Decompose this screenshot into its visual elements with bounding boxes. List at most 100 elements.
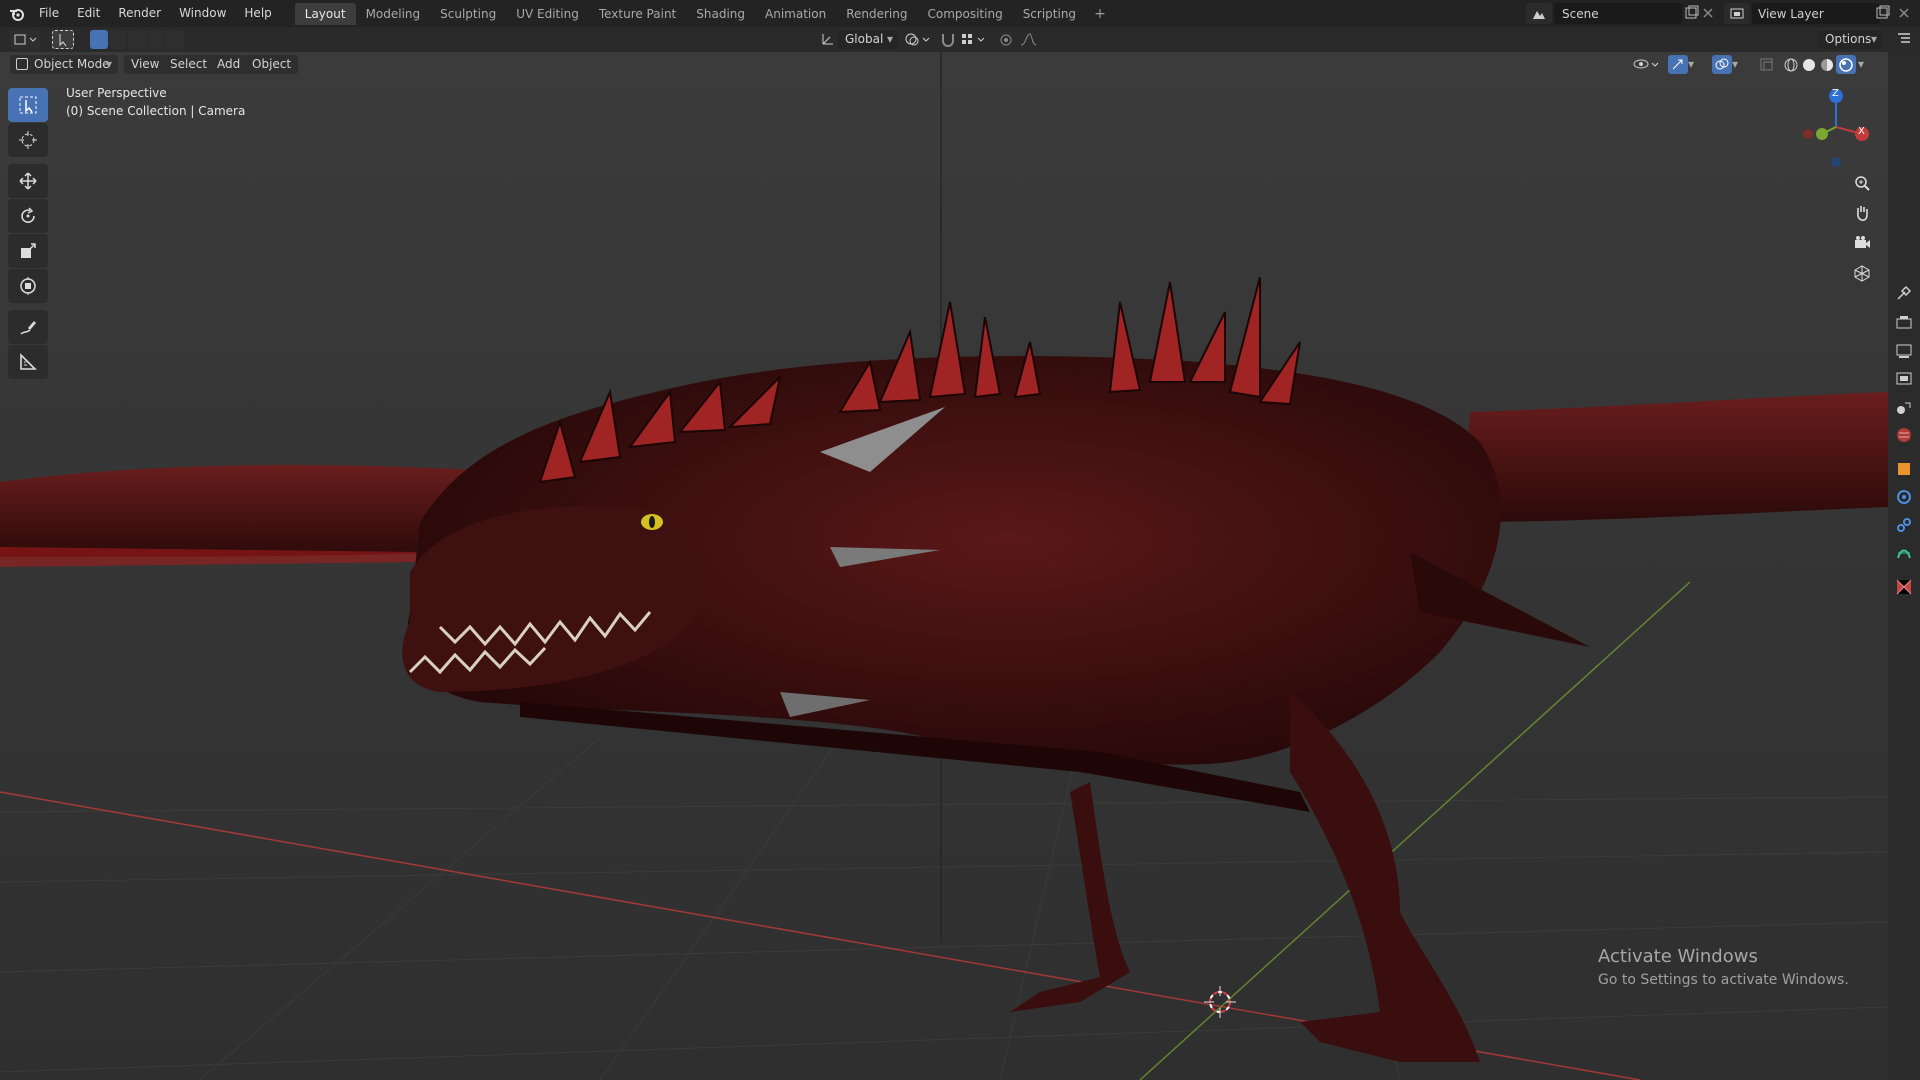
viewport-menu-view[interactable]: View <box>124 55 167 74</box>
chevron-down-icon: ▾ <box>105 57 112 71</box>
3d-viewport[interactable]: Object Mode ▾ View Select Add Object ▾ ▾… <box>0 52 1888 1080</box>
blender-logo-icon[interactable] <box>4 0 30 27</box>
tab-rendering[interactable]: Rendering <box>836 3 917 25</box>
select-mode-invert-icon[interactable] <box>147 30 165 49</box>
delete-scene-icon[interactable] <box>1700 5 1716 21</box>
select-box-icon[interactable] <box>8 88 48 122</box>
rotate-icon[interactable] <box>8 199 48 233</box>
view-layer-field[interactable]: View Layer <box>1752 3 1880 24</box>
visibility-eye-icon[interactable] <box>1632 55 1662 74</box>
overlays-menu-chevron-icon[interactable]: ▾ <box>1732 55 1746 74</box>
proportional-edit-icon[interactable] <box>996 30 1016 49</box>
tab-scripting[interactable]: Scripting <box>1013 3 1086 25</box>
object-properties-icon[interactable] <box>1895 460 1913 478</box>
properties-tab-strip <box>1888 52 1920 1080</box>
shading-rendered-icon[interactable] <box>1836 55 1856 74</box>
tab-sculpting[interactable]: Sculpting <box>430 3 506 25</box>
editor-type-icon[interactable] <box>10 30 40 49</box>
shading-solid-icon[interactable] <box>1800 55 1818 74</box>
menu-help[interactable]: Help <box>235 0 280 27</box>
material-properties-icon[interactable] <box>1895 578 1913 596</box>
scene-properties-icon[interactable] <box>1895 398 1913 416</box>
outliner-header-strip <box>1888 27 1920 52</box>
menu-window[interactable]: Window <box>170 0 235 27</box>
world-properties-icon[interactable] <box>1895 426 1913 444</box>
tab-compositing[interactable]: Compositing <box>917 3 1012 25</box>
move-icon[interactable] <box>8 164 48 198</box>
scale-icon[interactable] <box>8 234 48 268</box>
select-mode-new-icon[interactable] <box>90 30 108 49</box>
falloff-curve-icon[interactable] <box>1018 30 1046 49</box>
object-data-properties-icon[interactable] <box>1895 544 1913 562</box>
new-view-layer-icon[interactable] <box>1874 5 1890 21</box>
menu-edit[interactable]: Edit <box>68 0 109 27</box>
add-workspace-button[interactable]: + <box>1086 6 1114 22</box>
tool-settings-bar: Global ▾ Options ▾ <box>0 27 1920 52</box>
physics-properties-icon[interactable] <box>1895 488 1913 506</box>
viewport-scene <box>0 52 1888 1080</box>
snap-target-icon[interactable] <box>958 30 988 49</box>
object-mode-label: Object Mode <box>34 57 110 71</box>
scene-name-field[interactable]: Scene <box>1554 3 1682 24</box>
orientation-label: Global <box>845 32 884 46</box>
annotate-icon[interactable] <box>8 310 48 344</box>
tab-uv-editing[interactable]: UV Editing <box>506 3 589 25</box>
overlays-toggle-icon[interactable] <box>1712 55 1732 74</box>
pivot-point-icon[interactable] <box>902 30 932 49</box>
tab-modeling[interactable]: Modeling <box>356 3 431 25</box>
object-mode-icon <box>16 58 28 70</box>
transform-orientation-dropdown[interactable]: Global ▾ <box>838 30 898 49</box>
gizmo-toggle-icon[interactable] <box>1668 55 1688 74</box>
viewport-perspective-label: User Perspective <box>66 86 167 100</box>
pan-hand-icon[interactable] <box>1849 200 1875 226</box>
transform-icon[interactable] <box>8 269 48 303</box>
outliner-editor-icon[interactable] <box>1896 31 1912 50</box>
viewport-menu-object[interactable]: Object <box>245 55 299 74</box>
viewport-menu-select[interactable]: Select <box>163 55 215 74</box>
gizmo-menu-chevron-icon[interactable]: ▾ <box>1688 55 1702 74</box>
new-scene-icon[interactable] <box>1683 5 1699 21</box>
gizmo-x-label: X <box>1858 126 1865 137</box>
viewport-menu-add[interactable]: Add <box>210 55 248 74</box>
dragon-front-leg <box>1010 782 1130 1012</box>
shading-wireframe-icon[interactable] <box>1782 55 1800 74</box>
render-properties-icon[interactable] <box>1895 314 1913 332</box>
tab-animation[interactable]: Animation <box>755 3 836 25</box>
xray-toggle-icon[interactable] <box>1758 55 1776 74</box>
delete-view-layer-icon[interactable] <box>1896 5 1912 21</box>
tab-shading[interactable]: Shading <box>686 3 755 25</box>
snap-toggle-icon[interactable] <box>938 30 958 49</box>
navigation-gizmo[interactable]: Z X <box>1800 82 1880 172</box>
view-layer-properties-icon[interactable] <box>1895 370 1913 388</box>
menu-file[interactable]: File <box>30 0 68 27</box>
gizmo-z-label: Z <box>1832 88 1839 99</box>
constraint-properties-icon[interactable] <box>1895 516 1913 534</box>
measure-icon[interactable] <box>8 345 48 379</box>
dragon-left-wing <box>0 465 480 557</box>
tab-texture-paint[interactable]: Texture Paint <box>589 3 686 25</box>
select-mode-intersect-icon[interactable] <box>166 30 184 49</box>
cursor-icon[interactable] <box>8 123 48 157</box>
select-mode-extend-icon[interactable] <box>109 30 127 49</box>
options-dropdown[interactable]: Options ▾ <box>1818 30 1882 49</box>
view-layer-name: View Layer <box>1758 6 1824 21</box>
select-mode-subtract-icon[interactable] <box>128 30 146 49</box>
zoom-icon[interactable] <box>1849 170 1875 196</box>
ortho-grid-icon[interactable] <box>1849 260 1875 286</box>
tool-properties-icon[interactable] <box>1895 284 1913 302</box>
output-properties-icon[interactable] <box>1895 342 1913 360</box>
select-tool-icon[interactable] <box>52 30 74 49</box>
menu-render[interactable]: Render <box>109 0 170 27</box>
transform-orientation-icon <box>818 30 840 49</box>
activate-windows-subtitle: Go to Settings to activate Windows. <box>1598 972 1849 988</box>
object-mode-dropdown[interactable]: Object Mode ▾ <box>10 55 118 74</box>
camera-view-icon[interactable] <box>1849 230 1875 256</box>
top-menu-bar: File Edit Render Window Help Layout Mode… <box>0 0 1920 27</box>
shading-material-icon[interactable] <box>1818 55 1836 74</box>
scene-selector-icon[interactable] <box>1526 3 1552 24</box>
view-layer-selector-icon[interactable] <box>1724 3 1750 24</box>
tab-layout[interactable]: Layout <box>294 2 356 25</box>
options-label: Options <box>1825 32 1872 46</box>
shading-menu-chevron-icon[interactable]: ▾ <box>1858 55 1872 74</box>
scene-name: Scene <box>1562 6 1599 21</box>
